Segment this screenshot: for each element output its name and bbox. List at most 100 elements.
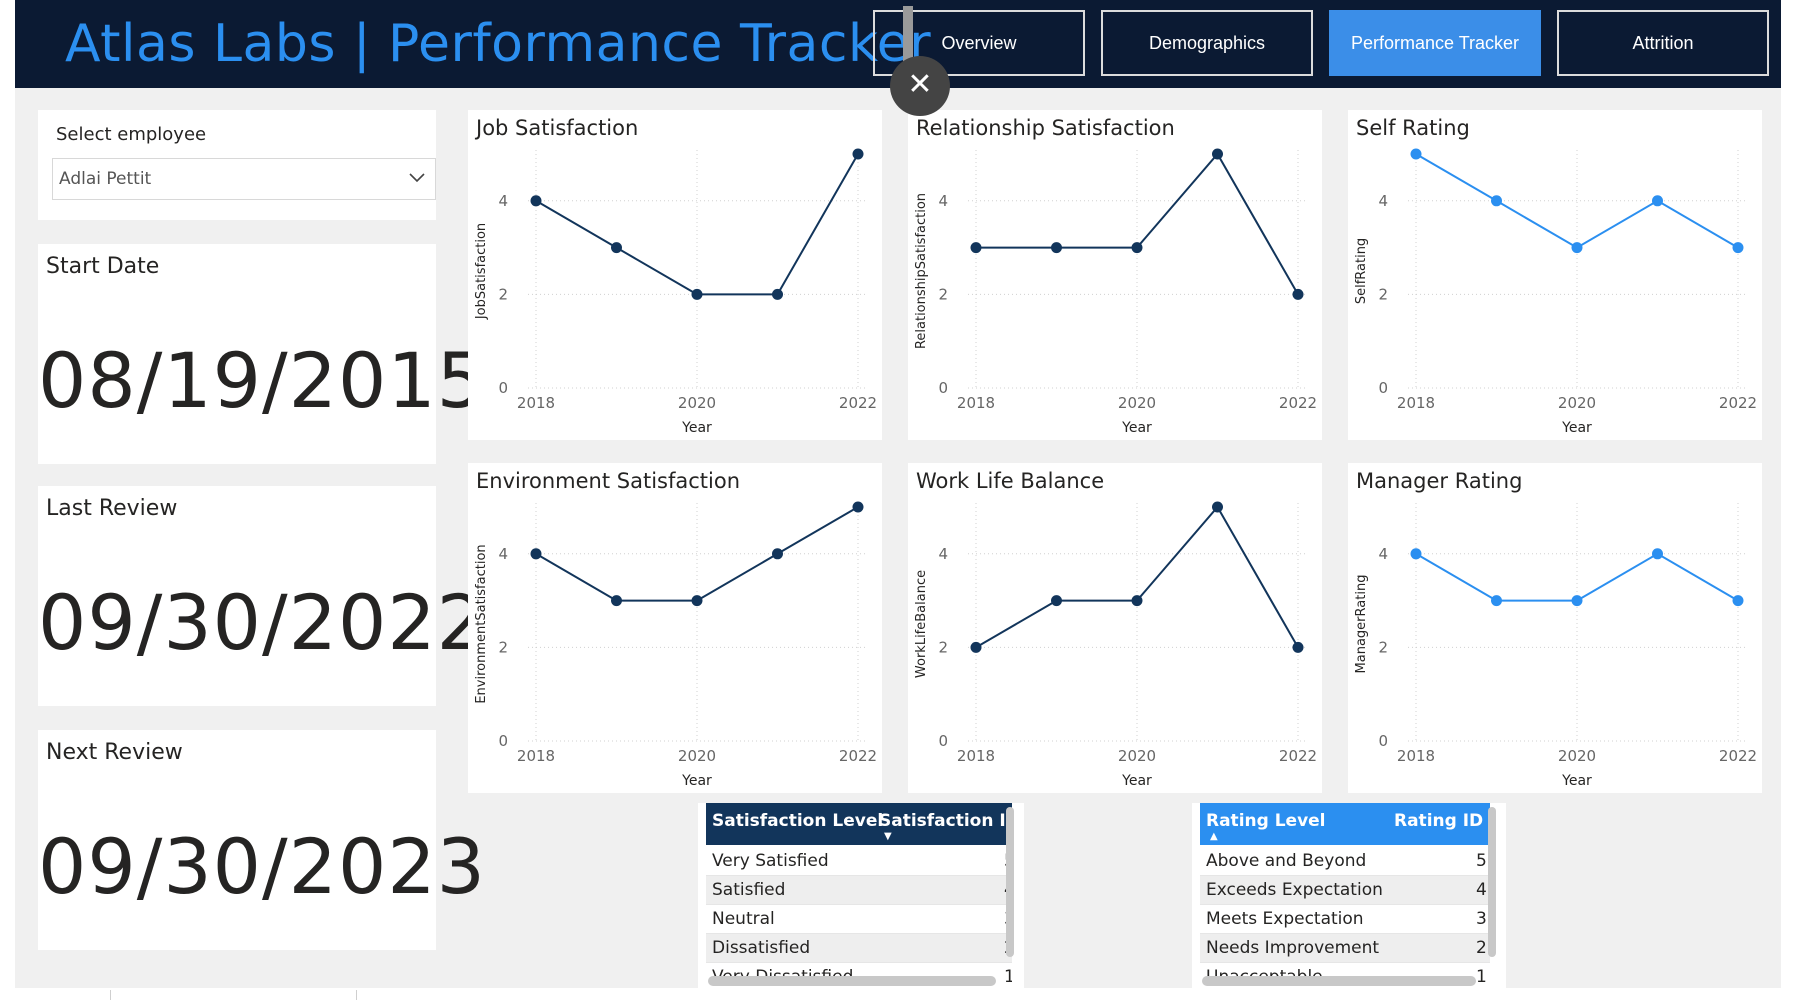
- table-row: Meets Expectation 3: [1200, 905, 1490, 934]
- chart-self-rating[interactable]: 0 2 4 2018 2020 2022 Year SelfRating Self Ratin…: [1348, 110, 1762, 440]
- data-point: [970, 641, 982, 653]
- sort-down-icon[interactable]: ▼: [884, 831, 892, 842]
- column-header[interactable]: Satisfaction Level: [712, 811, 883, 831]
- data-point: [1652, 195, 1663, 207]
- x-tick-label: 2022: [1719, 394, 1757, 412]
- x-tick-label: 2018: [517, 747, 555, 765]
- chart-manager-rating[interactable]: 0 2 4 2018 2020 2022 Year ManagerRating Manager…: [1348, 463, 1762, 793]
- data-point: [1491, 195, 1502, 207]
- data-point: [611, 242, 622, 254]
- chart-title: Manager Rating: [1356, 469, 1523, 493]
- table-row: Needs Improvement 2: [1200, 934, 1490, 963]
- employee-dropdown[interactable]: Adlai Pettit: [52, 158, 436, 200]
- y-axis-title: ManagerRating: [1354, 575, 1369, 674]
- y-tick-label: 0: [938, 732, 948, 750]
- kpi-label: Start Date: [46, 254, 160, 279]
- sort-up-icon[interactable]: ▲: [1210, 831, 1218, 842]
- y-tick-label: 0: [498, 732, 508, 750]
- y-tick-label: 4: [1378, 192, 1388, 210]
- slicer-label: Select employee: [56, 124, 207, 145]
- y-tick-label: 0: [1378, 379, 1388, 397]
- kpi-card-start-date: Start Date 08/19/2015: [38, 244, 487, 464]
- x-tick-label: 2020: [678, 747, 716, 765]
- kpi-label: Next Review: [46, 740, 183, 765]
- slicer-selected-value: Adlai Pettit: [59, 169, 152, 189]
- x-tick-label: 2022: [1279, 747, 1317, 765]
- x-tick-label: 2022: [1279, 394, 1317, 412]
- column-header[interactable]: Rating Level: [1206, 811, 1326, 831]
- y-tick-label: 2: [498, 285, 508, 303]
- horizontal-scrollbar[interactable]: [1202, 976, 1476, 986]
- x-tick-label: 2018: [957, 747, 995, 765]
- cell-id: 1: [1476, 967, 1487, 985]
- data-point: [1732, 595, 1744, 607]
- x-axis-title: Year: [1561, 773, 1592, 789]
- horizontal-scrollbar[interactable]: [708, 976, 996, 986]
- tab-attrition[interactable]: Attrition: [1557, 10, 1769, 76]
- cell-id: 5: [1476, 851, 1487, 871]
- y-tick-label: 2: [938, 285, 948, 303]
- x-tick-label: 2020: [1558, 394, 1596, 412]
- line-chart-plot: 0 2 4 2018 2020 2022 Year SelfRating: [1354, 148, 1757, 436]
- tab-performance-tracker[interactable]: Performance Tracker: [1329, 10, 1541, 76]
- data-point: [1491, 595, 1502, 607]
- y-tick-label: 4: [938, 192, 948, 210]
- x-axis-title: Year: [1121, 420, 1152, 436]
- x-tick-label: 2018: [517, 394, 555, 412]
- table-row: Dissatisfied 2: [706, 934, 1012, 963]
- kpi-label: Last Review: [46, 496, 178, 521]
- x-axis-title: Year: [1121, 773, 1152, 789]
- data-point: [1732, 242, 1744, 254]
- x-tick-label: 2022: [1719, 747, 1757, 765]
- cell-id: 4: [1476, 880, 1487, 900]
- page-title: Atlas Labs | Performance Tracker: [65, 14, 932, 74]
- line-chart-plot: 0 2 4 2018 2020 2022 Year WorkLifeBalance: [914, 501, 1317, 789]
- y-axis-title: WorkLifeBalance: [914, 570, 929, 678]
- chart-title: Self Rating: [1356, 116, 1470, 140]
- data-point: [1410, 548, 1422, 560]
- data-point: [1292, 288, 1304, 300]
- x-tick-label: 2020: [1558, 747, 1596, 765]
- cell-level: Satisfied: [712, 880, 786, 900]
- divider: [110, 990, 111, 1000]
- cell-id: 2: [1476, 938, 1487, 958]
- data-point: [1410, 148, 1422, 160]
- chart-environment-satisfaction[interactable]: 0 2 4 2018 2020 2022 Year EnvironmentSatisfacti…: [468, 463, 882, 793]
- y-axis-title: SelfRating: [1354, 238, 1369, 304]
- vertical-scrollbar[interactable]: [1488, 807, 1496, 957]
- chart-relationship-satisfaction[interactable]: 0 2 4 2018 2020 2022 Year RelationshipSatisfact…: [908, 110, 1322, 440]
- x-axis-title: Year: [1561, 420, 1592, 436]
- data-point: [691, 288, 703, 300]
- x-tick-label: 2018: [957, 394, 995, 412]
- y-tick-label: 2: [1378, 285, 1388, 303]
- series-line: [975, 505, 1299, 649]
- kpi-value: 08/19/2015: [38, 336, 487, 425]
- data-point: [1212, 148, 1223, 160]
- tab-demographics[interactable]: Demographics: [1101, 10, 1313, 76]
- data-point: [852, 501, 864, 513]
- chart-work-life-balance[interactable]: 0 2 4 2018 2020 2022 Year WorkLifeBalance Work …: [908, 463, 1322, 793]
- cell-level: Dissatisfied: [712, 938, 811, 958]
- drag-handle[interactable]: [903, 6, 913, 64]
- x-tick-label: 2018: [1397, 747, 1435, 765]
- table-row: Exceeds Expectation 4: [1200, 876, 1490, 905]
- table-row: Above and Beyond 5: [1200, 847, 1490, 876]
- y-tick-label: 2: [1378, 638, 1388, 656]
- data-point: [611, 595, 622, 607]
- cell-id: 3: [1476, 909, 1487, 929]
- satisfaction-table: Satisfaction Level Satisfaction ID ▼ Ver…: [698, 803, 1024, 993]
- table-header: Satisfaction Level Satisfaction ID ▼: [706, 803, 1012, 845]
- y-tick-label: 2: [938, 638, 948, 656]
- y-tick-label: 0: [938, 379, 948, 397]
- line-chart-plot: 0 2 4 2018 2020 2022 Year RelationshipSatisfact…: [914, 148, 1317, 436]
- y-axis-title: JobSatisfaction: [474, 223, 489, 320]
- data-point: [852, 148, 864, 160]
- vertical-scrollbar[interactable]: [1006, 807, 1014, 957]
- chart-job-satisfaction[interactable]: 0 2 4 2018 2020 2022 Year JobSatisfaction Job S…: [468, 110, 882, 440]
- column-header[interactable]: Satisfaction ID: [879, 811, 1012, 831]
- kpi-value: 09/30/2022: [38, 578, 487, 667]
- close-icon[interactable]: ✕: [890, 56, 950, 116]
- x-axis-title: Year: [681, 420, 712, 436]
- chevron-down-icon[interactable]: [407, 167, 427, 187]
- column-header[interactable]: Rating ID: [1394, 811, 1483, 831]
